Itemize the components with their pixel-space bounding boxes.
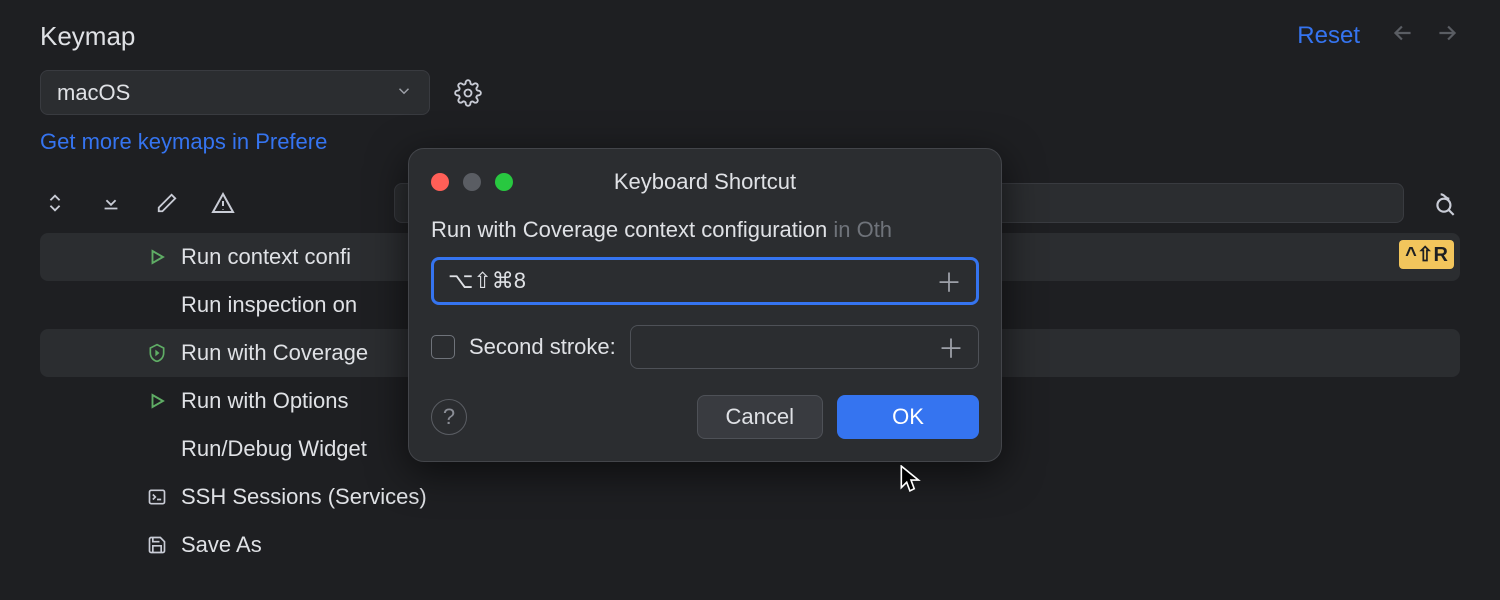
list-item-label: Run with Coverage (181, 340, 368, 366)
list-item-label: Run inspection on (181, 292, 357, 318)
second-stroke-input[interactable]: ＋ (630, 325, 979, 369)
dialog-title: Keyboard Shortcut (431, 169, 979, 195)
play-icon (145, 392, 169, 410)
collapse-all-icon[interactable] (96, 188, 126, 218)
find-by-shortcut-icon[interactable] (1430, 188, 1460, 218)
list-item-label: Run context confi (181, 244, 351, 270)
minimize-window-icon (463, 173, 481, 191)
reset-button[interactable]: Reset (1297, 22, 1360, 50)
shield-icon (145, 343, 169, 363)
cancel-button[interactable]: Cancel (697, 395, 823, 439)
list-item-label: SSH Sessions (Services) (181, 484, 427, 510)
close-window-icon[interactable] (431, 173, 449, 191)
play-icon (145, 248, 169, 266)
dialog-action-label: Run with Coverage context configuration … (431, 217, 979, 243)
keyboard-shortcut-dialog: Keyboard Shortcut Run with Coverage cont… (408, 148, 1002, 462)
plus-icon[interactable]: ＋ (936, 263, 962, 300)
gear-icon[interactable] (448, 73, 488, 113)
edit-icon[interactable] (152, 188, 182, 218)
keymap-select-value: macOS (57, 80, 130, 106)
second-stroke-label: Second stroke: (469, 334, 616, 360)
second-stroke-checkbox[interactable] (431, 335, 455, 359)
expand-collapse-icon[interactable] (40, 188, 70, 218)
shortcut-badge: ^⇧R (1399, 240, 1454, 269)
list-item-label: Save As (181, 532, 262, 558)
shortcut-value: ⌥⇧⌘8 (448, 268, 526, 294)
list-item[interactable]: Save As (40, 521, 1460, 569)
warning-icon[interactable] (208, 188, 238, 218)
save-icon (145, 535, 169, 555)
ok-button[interactable]: OK (837, 395, 979, 439)
chevron-down-icon (395, 80, 413, 106)
forward-icon (1434, 20, 1460, 52)
zoom-window-icon[interactable] (495, 173, 513, 191)
keymap-select[interactable]: macOS (40, 70, 430, 115)
terminal-icon (145, 487, 169, 507)
list-item[interactable]: SSH Sessions (Services) (40, 473, 1460, 521)
help-icon[interactable]: ? (431, 399, 467, 435)
list-item-label: Run/Debug Widget (181, 436, 367, 462)
back-icon (1390, 20, 1416, 52)
list-item-label: Run with Options (181, 388, 349, 414)
first-stroke-input[interactable]: ⌥⇧⌘8 ＋ (431, 257, 979, 305)
page-title: Keymap (40, 21, 1297, 52)
plus-icon[interactable]: ＋ (938, 329, 964, 366)
